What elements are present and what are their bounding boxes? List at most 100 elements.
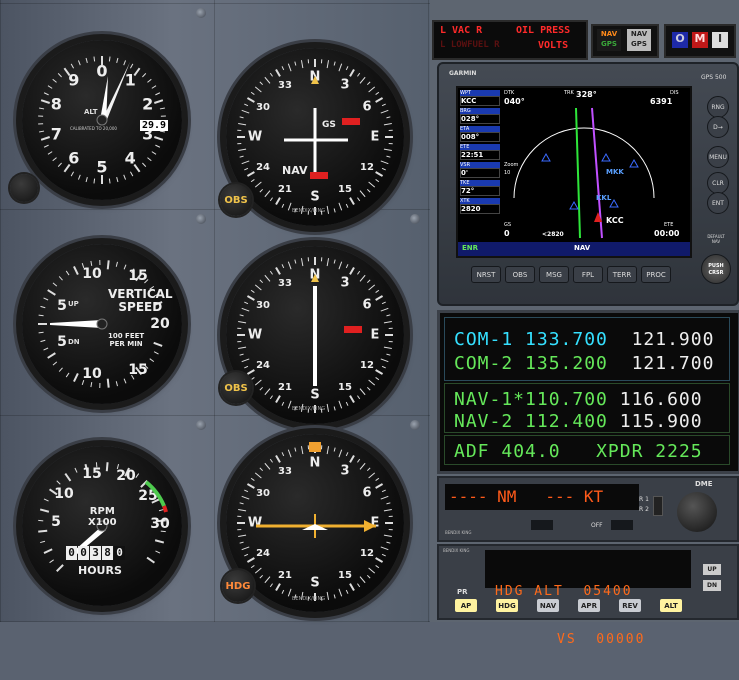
card-tick [384,123,392,124]
vsi-tick [108,379,109,388]
card-label: W [248,516,262,531]
vsi-tick [59,276,62,280]
ap-alt-button[interactable]: ALT [660,599,682,612]
card-tick [381,359,389,362]
card-tick [276,69,280,76]
card-tick [247,558,254,562]
altimeter-tick [142,163,145,167]
nav2-row[interactable]: NAV-2 112.400 115.900 [454,411,703,432]
hobbs-digit: 0 [114,546,125,560]
gps-mode-enr: ENR [462,244,478,252]
card-label: E [371,130,380,145]
dme-mode-switch[interactable] [653,496,663,516]
card-tick [282,402,284,406]
card-tick [376,172,383,176]
altimeter-tick [41,100,50,103]
ap-rev-button[interactable]: REV [619,599,641,612]
com1-standby: 121.900 [632,329,715,350]
tach-tick [40,541,45,542]
vsi-tick [154,352,158,354]
card-tick [260,280,263,283]
card-label: 33 [278,80,292,91]
nav1-standby: 116.600 [620,389,703,410]
card-tick [288,589,291,597]
card-tick [251,377,254,379]
card-tick [384,149,392,150]
nav-gps-switch[interactable]: NAV GPS NAV GPS [591,24,659,58]
tach-tick [44,549,52,553]
card-label: 6 [362,100,371,115]
hdg-knob[interactable]: HDG [222,570,254,602]
card-tick [295,260,296,264]
switch-nav: NAV [627,29,651,39]
altimeter-digit: 8 [51,95,62,114]
altimeter-tick [154,137,163,140]
gps-softkey-nrst[interactable]: NRST [471,266,501,283]
com2-standby: 121.700 [632,353,715,374]
adf-label: ADF [454,441,490,462]
gps-compass-arc [514,128,654,198]
gps-trk-value: 328° [576,90,597,99]
card-tick [339,589,342,597]
dme-knob[interactable] [677,492,717,532]
gps-dis-value: 6391 [650,97,672,106]
tach-tick [75,468,77,473]
adf-value: 404.0 [501,441,560,462]
tach-tick [65,474,70,481]
gps-ete-value: 00:00 [654,229,679,238]
hsi-heading-bug [309,442,321,452]
gps-softkey-proc[interactable]: PROC [641,266,671,283]
gps-softkey-fpl[interactable]: FPL [573,266,603,283]
card-tick [334,62,335,66]
obs1-knob[interactable]: OBS [220,184,252,216]
card-tick [240,117,244,118]
gps-softkey-obs[interactable]: OBS [505,266,535,283]
gps-key-1[interactable]: D→ [707,116,729,138]
card-tick [242,359,250,362]
com1-row[interactable]: COM-1 133.700 121.900 [454,329,714,350]
card-label: 12 [360,162,374,173]
card-tick [376,565,379,567]
gps-key-4[interactable]: ENT [707,192,729,214]
vsi-dn: DN [68,338,80,346]
card-tick [327,206,328,214]
gps-softkey-terr[interactable]: TERR [607,266,637,283]
gps-key-2[interactable]: MENU [707,146,729,168]
card-tick [350,584,354,591]
com2-row[interactable]: COM-2 135.200 121.700 [454,353,714,374]
gps-gs-value: 0 [504,229,510,238]
nav2-standby: 115.900 [620,411,703,432]
dme-switch-b[interactable] [611,520,633,530]
dme-switch-a[interactable] [531,520,553,530]
ap-up-button[interactable]: UP [703,564,721,575]
ap-brand: BENDIX KING [443,548,469,553]
nav1-row[interactable]: NAV-1*110.700 116.600 [454,389,703,410]
altimeter-tick [48,152,52,155]
card-tick [238,509,246,510]
card-label: 6 [362,486,371,501]
ap-hdg-button[interactable]: HDG [496,599,518,612]
gps-cursor-knob[interactable]: PUSH CRSR [701,254,731,284]
gps-softkey-msg[interactable]: MSG [539,266,569,283]
vsi-number: 5 [57,334,67,350]
card-label: 3 [340,464,349,479]
card-tick [288,450,291,458]
xpdr-label: XPDR [596,441,643,462]
gps-key-0[interactable]: RNG [707,96,729,118]
ap-apr-button[interactable]: APR [578,599,600,612]
altimeter-tick [78,175,80,180]
card-tick [244,490,248,492]
vsi-tick [116,262,117,267]
gps-course-line [576,108,580,238]
obs2-knob[interactable]: OBS [220,372,252,404]
altimeter-knob[interactable] [10,174,38,202]
gps-key-3[interactable]: CLR [707,172,729,194]
vsi-number: 15 [128,268,147,284]
card-label: E [371,328,380,343]
adf-xpdr-row[interactable]: ADF 404.0 XPDR 2225 [454,441,703,462]
ap-ap-button[interactable]: AP [455,599,477,612]
ap-dn-button[interactable]: DN [703,580,721,591]
vsi-tick [74,373,78,381]
ap-nav-button[interactable]: NAV [537,599,559,612]
vsi-tick [53,362,57,365]
